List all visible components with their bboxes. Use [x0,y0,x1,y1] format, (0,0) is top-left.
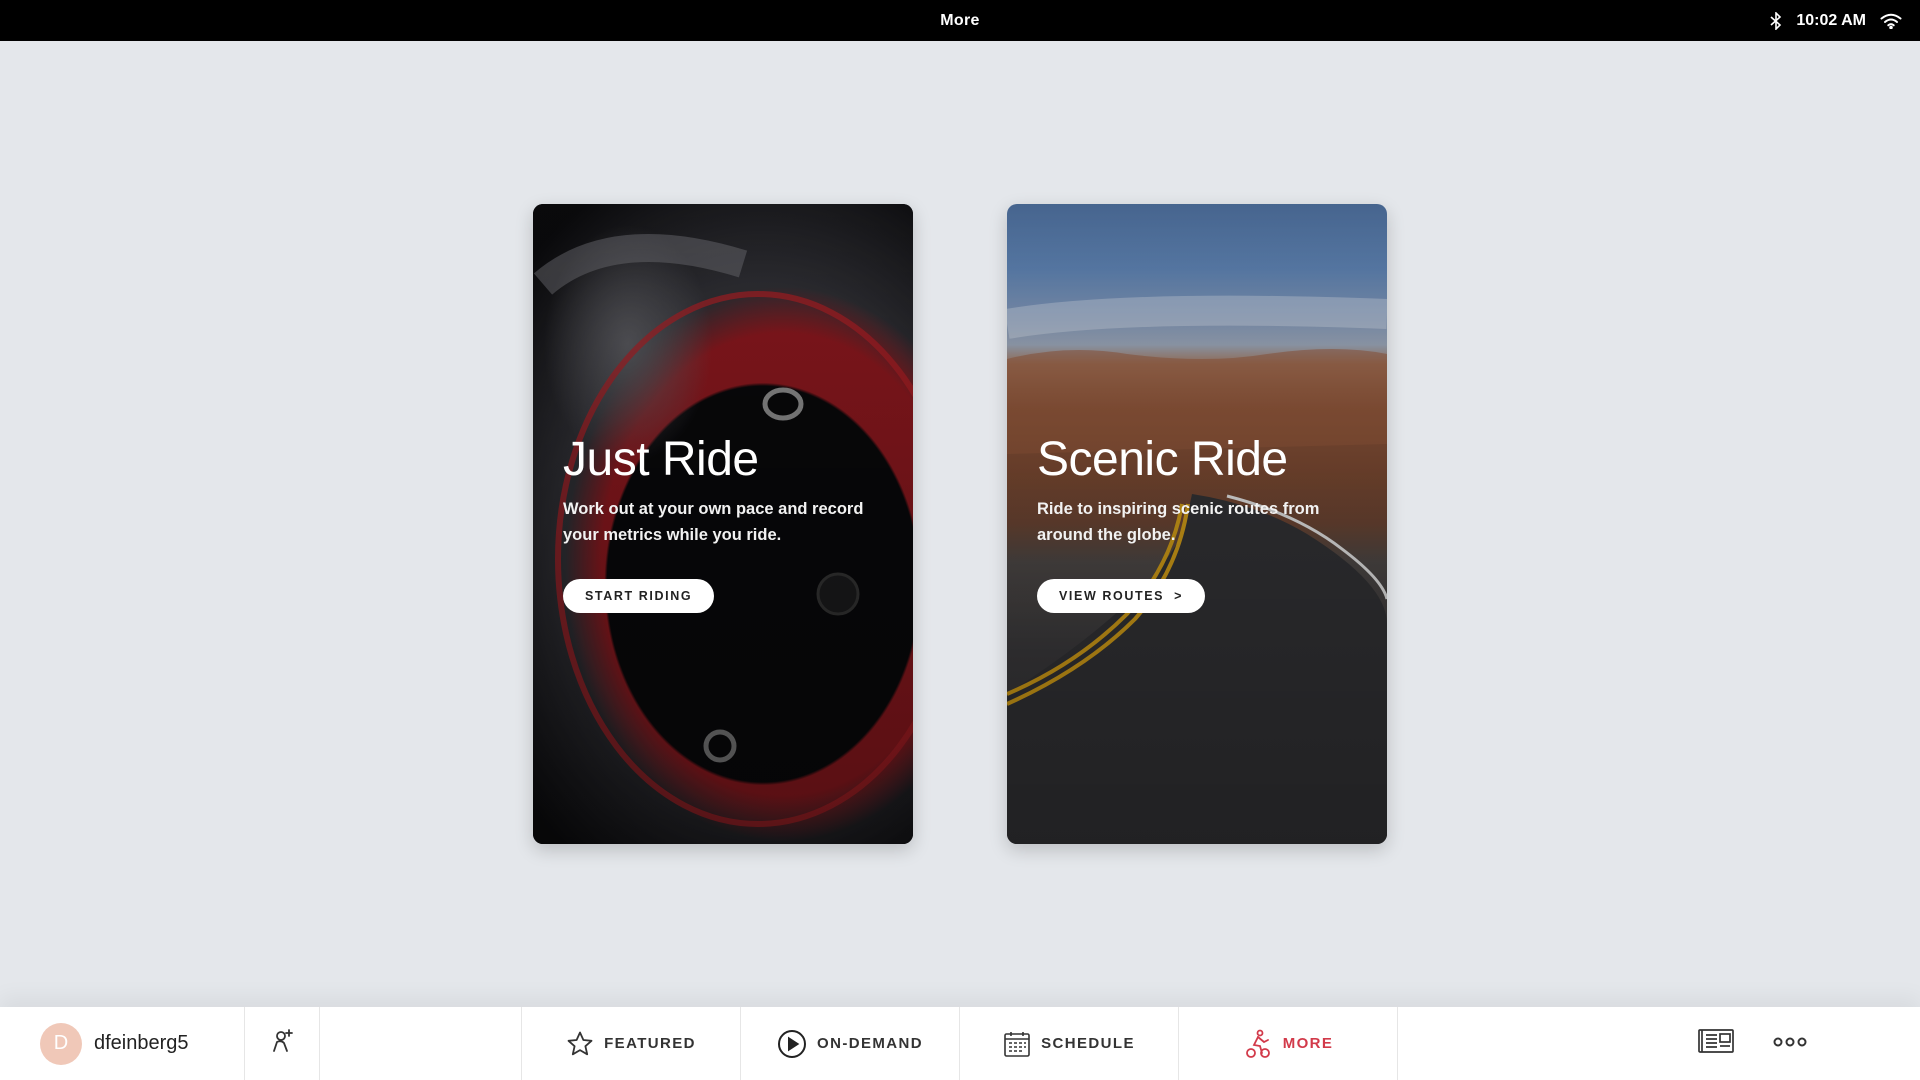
button-label: VIEW ROUTES [1059,589,1165,603]
card-title: Just Ride [563,433,759,486]
bottom-nav: D dfeinberg5 FEATURED ON-DEMAND SCHEDULE… [0,1007,1920,1080]
add-rider-button[interactable] [245,1007,319,1080]
chevron-right-icon: > [1174,589,1184,603]
screen-title: More [940,11,980,29]
classes-button[interactable] [1690,1007,1742,1080]
calendar-icon [1003,1030,1031,1058]
play-circle-icon [777,1029,807,1059]
nav-featured[interactable]: FEATURED [522,1007,740,1080]
nav-label: MORE [1282,1035,1334,1052]
more-dots-icon [1773,1035,1807,1053]
start-riding-button[interactable]: START RIDING [563,579,715,613]
nav-on-demand[interactable]: ON-DEMAND [741,1007,959,1080]
view-routes-button[interactable]: VIEW ROUTES > [1037,579,1206,613]
more-options-button[interactable] [1762,1007,1818,1080]
wifi-icon [1880,13,1902,29]
nav-label: SCHEDULE [1041,1035,1135,1052]
scenic-ride-text: Scenic Ride Ride to inspiring scenic rou… [1037,432,1363,548]
card-description: Work out at your own pace and record you… [563,500,864,544]
bluetooth-icon [1770,11,1782,30]
status-right: 10:02 AM [1770,0,1902,41]
add-user-icon [268,1027,296,1060]
avatar: D [40,1022,82,1065]
star-icon [566,1030,594,1058]
nav-schedule[interactable]: SCHEDULE [960,1007,1178,1080]
main-content: Just Ride Work out at your own pace and … [0,41,1920,1007]
user-profile[interactable]: D dfeinberg5 [40,1007,189,1080]
rider-icon [1243,1029,1273,1059]
card-description: Ride to inspiring scenic routes from aro… [1037,500,1320,544]
clock: 10:02 AM [1796,11,1866,29]
just-ride-text: Just Ride Work out at your own pace and … [563,432,889,548]
nav-label: ON-DEMAND [817,1035,923,1052]
username: dfeinberg5 [94,1032,189,1054]
button-label: START RIDING [585,589,693,603]
nav-more[interactable]: MORE [1179,1007,1397,1080]
card-title: Scenic Ride [1037,433,1288,486]
just-ride-card[interactable]: Just Ride Work out at your own pace and … [533,204,913,844]
status-bar: More 10:02 AM [0,0,1920,41]
scenic-ride-card[interactable]: Scenic Ride Ride to inspiring scenic rou… [1007,204,1387,844]
nav-label: FEATURED [604,1035,696,1052]
newspaper-icon [1697,1027,1735,1060]
